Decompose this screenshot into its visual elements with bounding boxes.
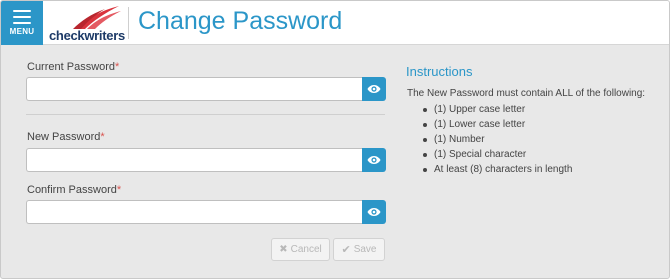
show-current-password-button[interactable] [362,77,386,101]
check-icon: ✔ [341,244,351,256]
current-password-group [26,77,386,101]
save-label: Save [353,244,377,255]
new-password-label-text: New Password [27,131,101,143]
instructions-title: Instructions [406,64,473,79]
show-confirm-password-button[interactable] [362,200,386,224]
section-divider [26,114,385,115]
hamburger-icon [13,10,31,24]
new-password-group [26,148,386,172]
confirm-password-input[interactable] [26,200,362,224]
logo-text: checkwriters [49,28,125,43]
page-title: Change Password [138,7,343,35]
required-mark: * [116,184,122,196]
show-new-password-button[interactable] [362,148,386,172]
new-password-label: New Password* [27,131,105,143]
new-password-input[interactable] [26,148,362,172]
required-mark: * [100,131,105,143]
current-password-label: Current Password* [27,61,119,73]
required-mark: * [115,61,120,73]
title-divider [128,7,129,39]
confirm-password-group [26,200,386,224]
eye-icon [367,208,381,216]
eye-icon [367,156,381,164]
list-item: At least (8) characters in length [421,162,572,177]
save-button[interactable]: ✔ Save [333,238,385,261]
confirm-password-label: Confirm Password* [27,184,121,196]
logo-swoosh-icon [73,6,121,29]
checkwriters-logo[interactable]: checkwriters [47,3,127,43]
confirm-password-label-text: Confirm Password [27,184,117,196]
app-frame: MENU checkwriters Change Password Curren… [0,0,670,279]
cancel-label: Cancel [290,244,322,255]
instructions-intro: The New Password must contain ALL of the… [407,88,646,99]
menu-button[interactable]: MENU [1,1,43,45]
list-item: (1) Lower case letter [421,117,572,132]
current-password-label-text: Current Password [27,61,116,73]
menu-label: MENU [9,27,35,36]
cancel-button[interactable]: ✖ Cancel [271,238,330,261]
header: MENU checkwriters Change Password [1,1,669,45]
instructions-list: (1) Upper case letter (1) Lower case let… [421,102,572,177]
list-item: (1) Upper case letter [421,102,572,117]
eye-icon [367,85,381,93]
close-icon: ✖ [279,244,288,255]
list-item: (1) Special character [421,147,572,162]
current-password-input[interactable] [26,77,362,101]
list-item: (1) Number [421,132,572,147]
